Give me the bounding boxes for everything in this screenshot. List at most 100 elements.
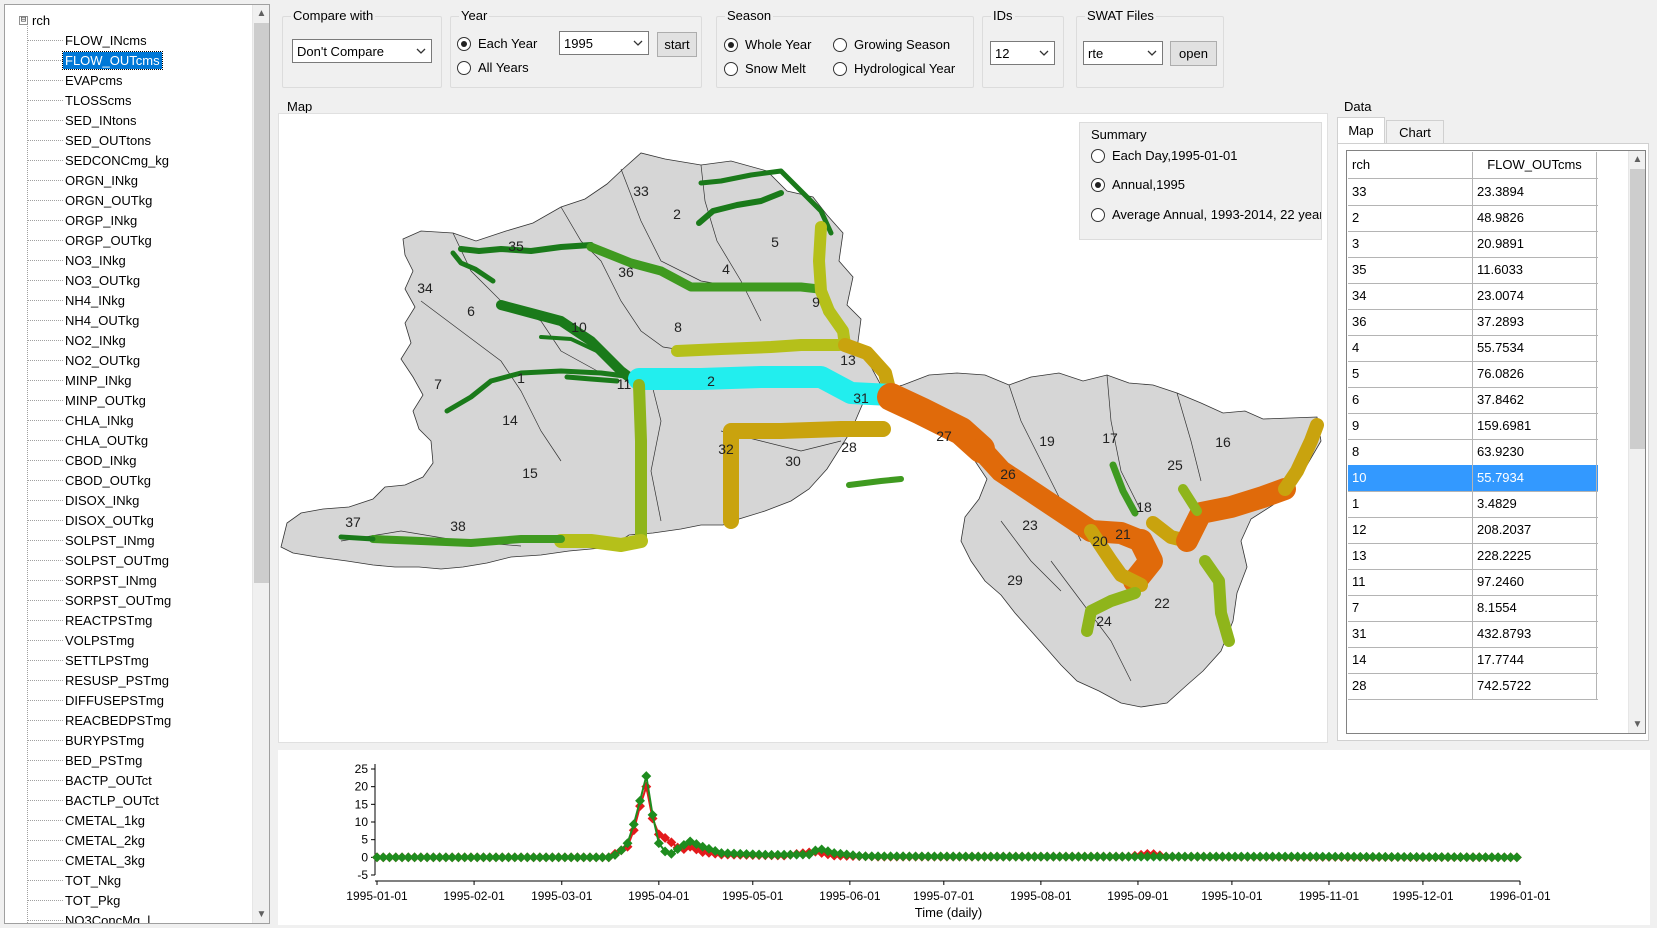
tree-item[interactable]: CHLA_OUTkg [27, 431, 150, 450]
table-row[interactable]: 3 20.9891 [1348, 231, 1598, 258]
scroll-up-icon[interactable]: ▲ [1629, 151, 1645, 168]
tree-item[interactable]: EVAPcms [27, 71, 125, 90]
tree-item[interactable]: DISOX_INkg [27, 491, 141, 510]
radio-each-day[interactable]: Each Day,1995-01-01 [1091, 148, 1238, 163]
radio-each-year[interactable]: Each Year [457, 36, 537, 51]
tree-item[interactable]: FLOW_OUTcms [27, 51, 163, 70]
table-row[interactable]: 11 97.2460 [1348, 569, 1598, 596]
tree-item[interactable]: REACTPSTmg [27, 611, 154, 630]
table-row[interactable]: 13 228.2225 [1348, 543, 1598, 570]
table-row[interactable]: 9 159.6981 [1348, 413, 1598, 440]
tab-map[interactable]: Map [1337, 117, 1385, 143]
tree-item[interactable]: SORPST_OUTmg [27, 591, 173, 610]
variable-tree[interactable]: ⊟ rch FLOW_INcms FLOW_OUTcms EVAPcms TLOSSc… [4, 4, 270, 924]
table-row[interactable]: 14 17.7744 [1348, 647, 1598, 674]
tree-item[interactable]: NH4_INkg [27, 291, 127, 310]
compare-select[interactable]: Don't Compare [292, 39, 432, 63]
table-row[interactable]: 33 23.3894 [1348, 179, 1598, 206]
tree-item[interactable]: MINP_OUTkg [27, 391, 148, 410]
data-table[interactable]: rch FLOW_OUTcms 33 23.3894 2 48.9826 3 20.989… [1346, 150, 1646, 734]
tree-item[interactable]: VOLPSTmg [27, 631, 136, 650]
scroll-down-icon[interactable]: ▼ [1629, 716, 1645, 733]
tree-item[interactable]: BACTLP_OUTct [27, 791, 161, 810]
tab-chart[interactable]: Chart [1386, 120, 1444, 144]
tree-item[interactable]: DIFFUSEPSTmg [27, 691, 166, 710]
table-row[interactable]: 34 23.0074 [1348, 283, 1598, 310]
column-header-value[interactable]: FLOW_OUTcms [1473, 152, 1597, 178]
table-row[interactable]: 31 432.8793 [1348, 621, 1598, 648]
tree-item[interactable]: SED_INtons [27, 111, 139, 130]
radio-snow-melt[interactable]: Snow Melt [724, 61, 806, 76]
tree-item[interactable]: SOLPST_OUTmg [27, 551, 171, 570]
tree-item[interactable]: BURYPSTmg [27, 731, 146, 750]
table-scrollbar[interactable]: ▲ ▼ [1628, 151, 1645, 733]
tree-item[interactable]: BACTP_OUTct [27, 771, 154, 790]
tree-item[interactable]: CMETAL_3kg [27, 851, 147, 870]
swat-file-select[interactable]: rte [1083, 41, 1163, 65]
scroll-thumb[interactable] [1630, 169, 1645, 449]
tree-item[interactable]: TLOSScms [27, 91, 133, 110]
tree-item[interactable]: BED_PSTmg [27, 751, 144, 770]
tree-item[interactable]: NH4_OUTkg [27, 311, 141, 330]
tree-item[interactable]: NO2_INkg [27, 331, 128, 350]
ids-select[interactable]: 12 [990, 41, 1055, 65]
table-row[interactable]: 6 37.8462 [1348, 387, 1598, 414]
open-button[interactable]: open [1170, 41, 1217, 66]
column-header-rch[interactable]: rch [1348, 152, 1473, 178]
tree-item[interactable]: DISOX_OUTkg [27, 511, 156, 530]
tree-item[interactable]: ORGP_OUTkg [27, 231, 154, 250]
radio-annual[interactable]: Annual,1995 [1091, 177, 1185, 192]
table-row[interactable]: 10 55.7934 [1348, 465, 1598, 492]
scroll-down-icon[interactable]: ▼ [253, 906, 269, 923]
timeseries-chart-panel[interactable]: 25 20 15 10 5 0 -5 1995-01-01 1995-02-01 1995-03-… [278, 750, 1650, 925]
tree-item[interactable]: CMETAL_1kg [27, 811, 147, 830]
tree-item[interactable]: CBOD_INkg [27, 451, 139, 470]
radio-growing-season[interactable]: Growing Season [833, 37, 950, 52]
tree-item[interactable]: NO3_INkg [27, 251, 128, 270]
tree-item[interactable]: MINP_INkg [27, 371, 133, 390]
table-row[interactable]: 1 3.4829 [1348, 491, 1598, 518]
tree-item[interactable]: ORGN_INkg [27, 171, 140, 190]
tree-item[interactable]: REACBEDPSTmg [27, 711, 173, 730]
tree-item[interactable]: NO2_OUTkg [27, 351, 142, 370]
table-row[interactable]: 7 8.1554 [1348, 595, 1598, 622]
tree-item[interactable]: NO3ConcMg_l [27, 911, 152, 923]
table-row[interactable]: 5 76.0826 [1348, 361, 1598, 388]
radio-whole-year[interactable]: Whole Year [724, 37, 812, 52]
table-row[interactable]: 8 63.9230 [1348, 439, 1598, 466]
table-row[interactable]: 36 37.2893 [1348, 309, 1598, 336]
radio-all-years[interactable]: All Years [457, 60, 529, 75]
timeseries-chart[interactable]: 25 20 15 10 5 0 -5 1995-01-01 1995-02-01 1995-03-… [278, 750, 1650, 925]
tree-item[interactable]: CMETAL_2kg [27, 831, 147, 850]
tree-item[interactable]: TOT_Nkg [27, 871, 123, 890]
collapse-icon[interactable]: ⊟ [19, 15, 28, 25]
subbasin-label: 11 [617, 376, 632, 392]
table-row[interactable]: 28 742.5722 [1348, 673, 1598, 700]
tree-item[interactable]: SED_OUTtons [27, 131, 153, 150]
tree-item[interactable]: SOLPST_INmg [27, 531, 157, 550]
table-row[interactable]: 35 11.6033 [1348, 257, 1598, 284]
tree-item[interactable]: ORGP_INkg [27, 211, 139, 230]
tree-connector [27, 640, 63, 641]
tree-item[interactable]: NO3_OUTkg [27, 271, 142, 290]
tree-item[interactable]: ORGN_OUTkg [27, 191, 154, 210]
year-select[interactable]: 1995 [559, 31, 649, 55]
tree-item[interactable]: CBOD_OUTkg [27, 471, 153, 490]
tree-item[interactable]: FLOW_INcms [27, 31, 149, 50]
tree-item[interactable]: SETTLPSTmg [27, 651, 151, 670]
table-row[interactable]: 4 55.7534 [1348, 335, 1598, 362]
tree-root-node[interactable]: ⊟ rch [19, 11, 50, 29]
radio-hydrological-year[interactable]: Hydrological Year [833, 61, 955, 76]
tree-item[interactable]: SORPST_INmg [27, 571, 159, 590]
scroll-thumb[interactable] [254, 23, 269, 583]
start-button[interactable]: start [657, 32, 697, 57]
radio-average-annual[interactable]: Average Annual, 1993-2014, 22 years [1091, 207, 1321, 222]
tree-scrollbar[interactable]: ▲ ▼ [252, 5, 269, 923]
tree-item[interactable]: SEDCONCmg_kg [27, 151, 171, 170]
tree-item[interactable]: CHLA_INkg [27, 411, 136, 430]
table-row[interactable]: 12 208.2037 [1348, 517, 1598, 544]
tree-item[interactable]: TOT_Pkg [27, 891, 122, 910]
tree-item[interactable]: RESUSP_PSTmg [27, 671, 171, 690]
scroll-up-icon[interactable]: ▲ [253, 5, 269, 22]
table-row[interactable]: 2 48.9826 [1348, 205, 1598, 232]
